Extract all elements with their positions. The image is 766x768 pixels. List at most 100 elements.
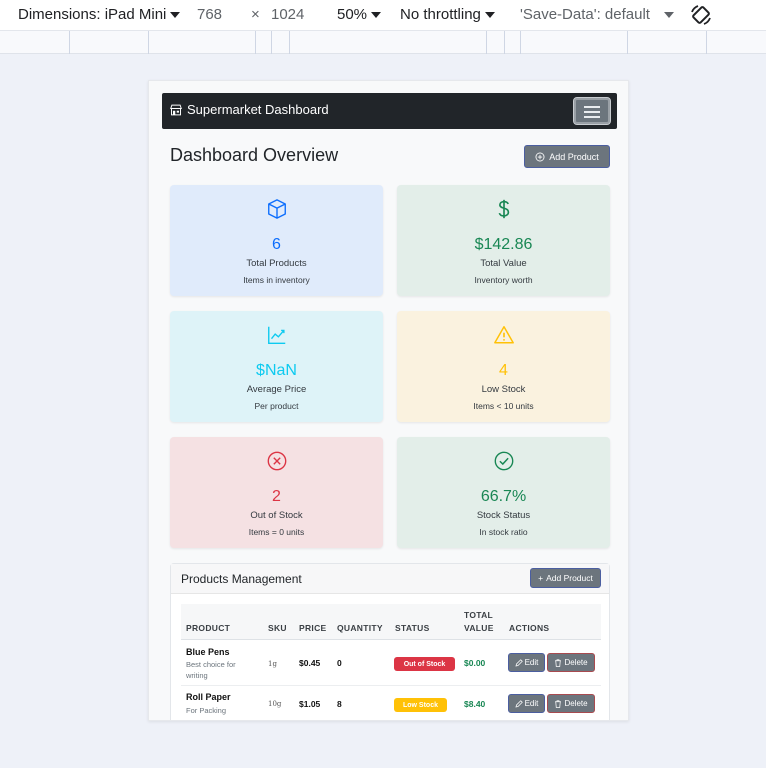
products-section: Products Management + Add Product PRODUC… xyxy=(170,563,610,720)
brand-text: Supermarket Dashboard xyxy=(187,102,329,117)
throttling-dropdown[interactable]: No throttling xyxy=(400,6,495,23)
dimensions-label: Dimensions: iPad Mini xyxy=(18,6,167,23)
pencil-icon xyxy=(515,699,523,708)
card-total-products: 6 Total Products Items in inventory xyxy=(170,185,383,296)
pencil-icon xyxy=(515,658,523,667)
card-subtext: Items in inventory xyxy=(243,275,310,285)
navbar: Supermarket Dashboard xyxy=(162,93,617,129)
width-input[interactable]: 768 xyxy=(197,6,222,23)
card-value: 66.7% xyxy=(480,488,527,505)
card-value: 6 xyxy=(272,236,281,253)
card-out-of-stock: 2 Out of Stock Items = 0 units xyxy=(170,437,383,548)
delete-button[interactable]: Delete xyxy=(547,694,595,713)
table-row: Roll Paper For Packing 10g $1.05 8 Low S… xyxy=(181,686,601,720)
col-status[interactable]: STATUS xyxy=(395,622,430,634)
product-quantity: 8 xyxy=(337,699,342,709)
status-badge: Low Stock xyxy=(394,698,447,712)
product-description: Best choice for xyxy=(186,660,236,669)
navbar-brand[interactable]: Supermarket Dashboard xyxy=(170,102,329,117)
save-data-dropdown[interactable]: 'Save-Data': default xyxy=(520,6,674,23)
throttling-label: No throttling xyxy=(400,6,481,23)
plus-icon: + xyxy=(538,573,544,583)
card-low-stock: 4 Low Stock Items < 10 units xyxy=(397,311,610,422)
edit-button[interactable]: Edit xyxy=(508,653,545,672)
zoom-label: 50% xyxy=(337,6,368,23)
dimensions-dropdown[interactable]: Dimensions: iPad Mini xyxy=(18,6,181,23)
product-description: writing xyxy=(186,671,208,680)
dollar-icon xyxy=(498,199,509,219)
edit-label: Edit xyxy=(524,699,539,708)
add-product-button-secondary[interactable]: + Add Product xyxy=(530,568,601,588)
products-section-header: Products Management + Add Product xyxy=(171,564,609,594)
edit-button[interactable]: Edit xyxy=(508,694,545,713)
products-title: Products Management xyxy=(181,572,302,586)
delete-label: Delete xyxy=(564,699,588,708)
trash-icon xyxy=(555,658,562,667)
card-subtext: Items < 10 units xyxy=(473,401,534,411)
table-row: Blue Pens Best choice for writing 1g $0.… xyxy=(181,641,601,686)
box-icon xyxy=(267,199,286,219)
media-query-ruler xyxy=(0,31,766,54)
card-label: Stock Status xyxy=(476,510,531,521)
product-price: $1.05 xyxy=(299,699,321,709)
product-price: $0.45 xyxy=(299,658,321,668)
card-average-price: $NaN Average Price Per product xyxy=(170,311,383,422)
card-subtext: Items = 0 units xyxy=(248,527,305,537)
card-label: Average Price xyxy=(246,384,307,395)
shop-icon xyxy=(170,104,182,115)
status-badge: Out of Stock xyxy=(394,657,455,671)
col-actions[interactable]: ACTIONS xyxy=(509,622,549,634)
card-stock-status: 66.7% Stock Status In stock ratio xyxy=(397,437,610,548)
chevron-down-icon xyxy=(484,12,495,19)
product-name: Blue Pens xyxy=(186,647,230,657)
card-subtext: Per product xyxy=(254,401,299,411)
col-sku[interactable]: SKU xyxy=(268,622,287,634)
card-label: Out of Stock xyxy=(250,510,303,521)
product-name: Roll Paper xyxy=(186,692,231,702)
card-value: $142.86 xyxy=(474,236,533,253)
col-product[interactable]: PRODUCT xyxy=(186,622,230,634)
plus-circle-icon xyxy=(535,152,545,161)
product-sku: 1g xyxy=(268,660,277,668)
save-data-label: 'Save-Data': default xyxy=(520,6,650,23)
col-quantity[interactable]: QUANTITY xyxy=(337,622,383,634)
card-label: Total Products xyxy=(246,258,307,269)
card-value: 4 xyxy=(499,362,508,379)
card-label: Low Stock xyxy=(481,384,526,395)
device-viewport: Supermarket Dashboard Dashboard Overview… xyxy=(148,80,629,721)
hamburger-icon xyxy=(584,106,600,108)
delete-label: Delete xyxy=(564,658,588,667)
times-sign: × xyxy=(251,6,260,23)
col-total[interactable]: TOTAL xyxy=(464,609,493,621)
product-total-value: $8.40 xyxy=(464,699,486,709)
height-input[interactable]: 1024 xyxy=(271,6,304,23)
add-product-button[interactable]: Add Product xyxy=(524,145,610,168)
rotate-icon[interactable] xyxy=(689,3,713,27)
col-price[interactable]: PRICE xyxy=(299,622,326,634)
card-value: 2 xyxy=(272,488,281,505)
product-quantity: 0 xyxy=(337,658,342,668)
card-subtext: In stock ratio xyxy=(479,527,528,537)
card-subtext: Inventory worth xyxy=(474,275,533,285)
zoom-dropdown[interactable]: 50% xyxy=(337,6,382,23)
trash-icon xyxy=(555,699,562,708)
menu-toggle-button[interactable] xyxy=(573,97,611,125)
table-header: PRODUCT SKU PRICE QUANTITY STATUS TOTAL … xyxy=(181,604,601,640)
devtools-toolbar: Dimensions: iPad Mini 768 × 1024 50% No … xyxy=(0,0,766,31)
chevron-down-icon xyxy=(663,12,674,19)
chevron-down-icon xyxy=(170,12,181,19)
x-circle-icon xyxy=(267,451,286,471)
delete-button[interactable]: Delete xyxy=(547,653,595,672)
product-total-value: $0.00 xyxy=(464,658,486,668)
product-sku: 10g xyxy=(268,700,282,708)
add-product-label: Add Product xyxy=(546,573,593,583)
col-value[interactable]: VALUE xyxy=(464,622,494,634)
card-label: Total Value xyxy=(480,258,527,269)
card-value: $NaN xyxy=(256,362,297,379)
check-circle-icon xyxy=(494,451,513,471)
card-total-value: $142.86 Total Value Inventory worth xyxy=(397,185,610,296)
chart-line-icon xyxy=(267,326,285,344)
add-product-label: Add Product xyxy=(549,151,599,162)
warning-icon xyxy=(493,326,514,344)
edit-label: Edit xyxy=(524,658,539,667)
